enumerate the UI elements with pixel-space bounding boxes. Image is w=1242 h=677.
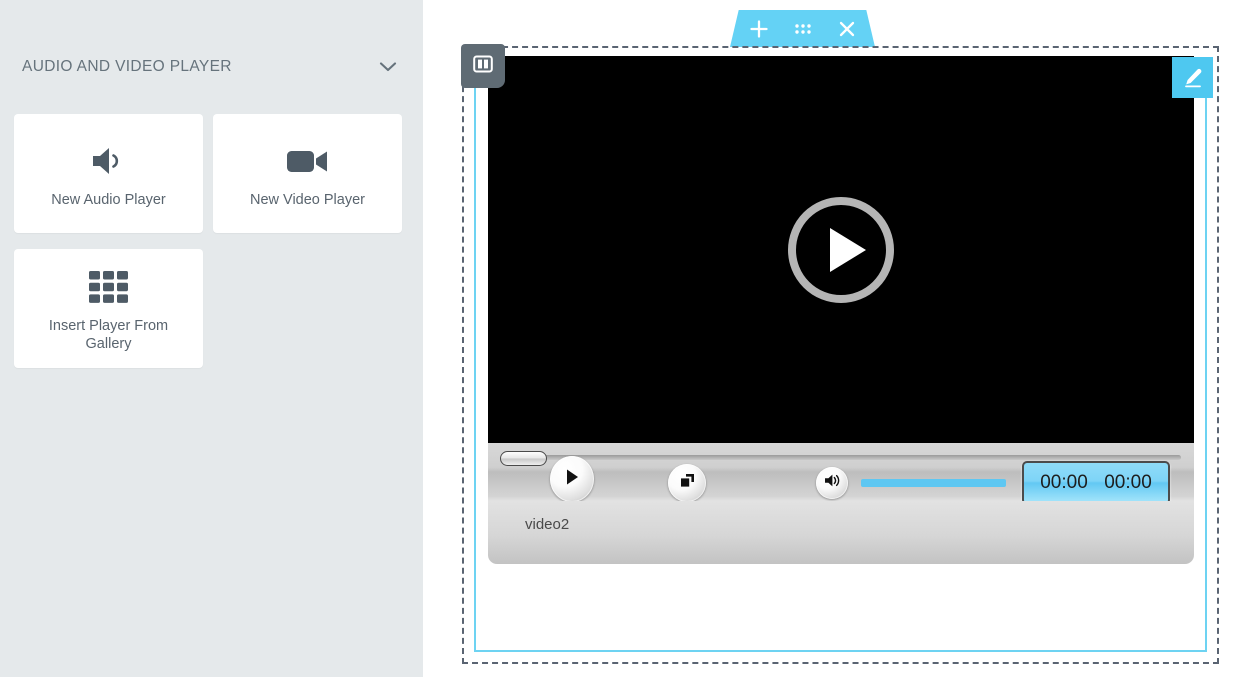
card-label: New Audio Player <box>51 191 166 208</box>
pencil-icon <box>1182 67 1204 89</box>
fullscreen-icon <box>679 472 696 494</box>
speaker-icon <box>89 138 129 184</box>
time-display: 00:00 00:00 <box>1022 461 1170 505</box>
player-card-grid: New Audio Player New Video Player Insert… <box>14 114 414 368</box>
card-label: New Video Player <box>250 191 365 208</box>
fullscreen-button[interactable] <box>668 464 706 502</box>
volume-icon <box>823 472 842 494</box>
player-controls: 00:00 00:00 <box>488 443 1194 505</box>
element-toolbar <box>730 10 875 47</box>
grid-icon <box>88 264 130 310</box>
progress-handle[interactable] <box>500 451 547 466</box>
playlist-panel: video2 <box>488 501 1194 564</box>
editor-canvas: 00:00 00:00 video2 <box>423 0 1242 677</box>
page-title: AUDIO AND VIDEO PLAYER <box>22 58 232 75</box>
grid-dots-icon[interactable] <box>789 15 817 43</box>
play-button[interactable] <box>550 456 594 502</box>
panel-header[interactable]: AUDIO AND VIDEO PLAYER <box>0 44 423 90</box>
card-insert-player-from-gallery[interactable]: Insert Player From Gallery <box>14 249 203 368</box>
video-camera-icon <box>286 138 330 184</box>
app-root: AUDIO AND VIDEO PLAYER New Audio Player <box>0 0 1242 677</box>
video-player: 00:00 00:00 video2 <box>488 56 1194 604</box>
list-item[interactable]: video2 <box>525 516 569 533</box>
close-icon[interactable] <box>833 15 861 43</box>
volume-button[interactable] <box>816 467 848 499</box>
total-time: 00:00 <box>1104 472 1152 493</box>
play-circle-icon[interactable] <box>786 195 896 305</box>
plus-icon[interactable] <box>745 15 773 43</box>
volume-slider[interactable] <box>861 479 1006 487</box>
play-icon <box>564 468 580 491</box>
card-new-video-player[interactable]: New Video Player <box>213 114 402 233</box>
edit-widget-button[interactable] <box>1172 57 1213 98</box>
chevron-down-icon[interactable] <box>375 54 401 80</box>
widget-drag-handle[interactable] <box>461 44 505 88</box>
pause-handle-icon <box>472 53 494 80</box>
card-new-audio-player[interactable]: New Audio Player <box>14 114 203 233</box>
card-label: Insert Player From Gallery <box>48 318 169 352</box>
progress-track[interactable] <box>501 455 1181 460</box>
video-stage[interactable] <box>488 56 1194 443</box>
left-sidebar: AUDIO AND VIDEO PLAYER New Audio Player <box>0 0 423 677</box>
current-time: 00:00 <box>1040 472 1088 493</box>
